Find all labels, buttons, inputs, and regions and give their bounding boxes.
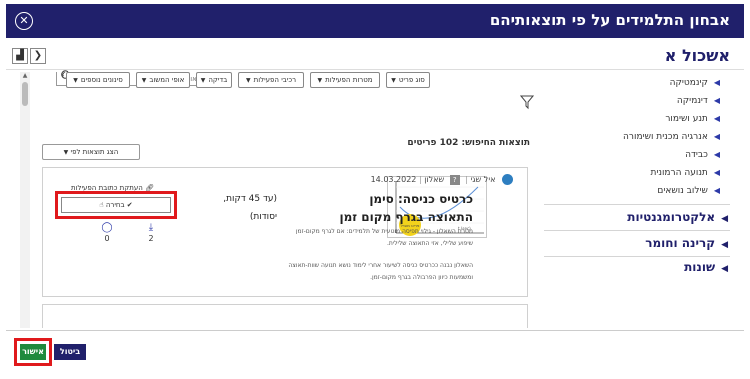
filter-icon[interactable] bbox=[520, 94, 534, 110]
sidebar-item-label: כבידה bbox=[685, 150, 708, 160]
filter-label: אופי המשוב bbox=[149, 76, 185, 84]
caret-left-icon: ◀ bbox=[713, 96, 720, 105]
chevron-down-icon: ▼ bbox=[200, 77, 206, 84]
avatar bbox=[502, 174, 513, 185]
quiz-icon: ? bbox=[449, 174, 460, 185]
filter-more[interactable]: סינונים נוספים▼ bbox=[66, 72, 130, 88]
subheader: ▟ ❯ אשכול א bbox=[6, 42, 744, 70]
caret-left-icon: ◀ bbox=[721, 240, 728, 250]
caret-left-icon: ◀ bbox=[721, 264, 728, 274]
dialog-title: אבחון התלמידים על פי תוצאותיהם bbox=[489, 11, 730, 29]
dialog: ✕ אבחון התלמידים על פי תוצאותיהם ▟ ❯ אשכ… bbox=[0, 0, 750, 379]
result-card[interactable]: t (sec) פריט מוביל איל שגי | ? שאלון | 1… bbox=[42, 167, 528, 297]
sidebar-item-label: תנועה הרמונית bbox=[650, 168, 708, 178]
sidebar-item-label: קינמטיקה bbox=[669, 78, 708, 88]
sidebar-section-label: קרינה וחומר bbox=[645, 236, 716, 250]
topics-sidebar: ◀ קינמטיקה ◀ דינמיקה ◀ תנע ושימור ◀ אנרגיה מ… bbox=[540, 72, 736, 328]
filter-label: רכיבי הפעילות bbox=[253, 76, 297, 84]
highlight-box bbox=[14, 338, 52, 366]
divider bbox=[544, 230, 730, 231]
filter-label: סוג פריט bbox=[398, 76, 425, 84]
comment-count: 0 bbox=[104, 234, 110, 243]
highlight-box bbox=[55, 191, 177, 219]
divider bbox=[544, 204, 730, 205]
sidebar-section-label: אלקטרומגנטיות bbox=[627, 210, 716, 224]
comment-icon[interactable]: ◯ bbox=[99, 222, 115, 233]
filter-item-type[interactable]: סוג פריט▼ bbox=[386, 72, 430, 88]
results-count: תוצאות החיפוש: 102 פריטים bbox=[407, 138, 530, 148]
sidebar-section[interactable]: ◀ אלקטרומגנטיות bbox=[627, 210, 728, 224]
item-type: שאלון bbox=[424, 175, 445, 184]
caret-left-icon: ◀ bbox=[713, 114, 720, 123]
filter-label: מטרות הפעילות bbox=[325, 76, 373, 84]
filter-feedback-type[interactable]: אופי המשוב▼ bbox=[136, 72, 190, 88]
filter-activity-goals[interactable]: מטרות הפעילות▼ bbox=[310, 72, 380, 88]
card-description: השאלון נבנה ככרטיס כניסה לשיעור אחרי לימ… bbox=[288, 262, 473, 269]
filter-label: בדיקה bbox=[208, 76, 228, 84]
sidebar-item[interactable]: ◀ תנע ושימור bbox=[665, 114, 720, 124]
filter-check[interactable]: בדיקה▼ bbox=[196, 72, 232, 88]
scrollbar[interactable] bbox=[20, 72, 30, 328]
sidebar-item[interactable]: ◀ כבידה bbox=[685, 150, 720, 160]
main-content: 🔍︎ סוג פריט▼ מטרות הפעילות▼ רכיבי הפעילו… bbox=[34, 70, 534, 328]
chevron-right-icon[interactable]: ❯ bbox=[30, 48, 46, 64]
sidebar-section[interactable]: ◀ שונות bbox=[684, 260, 728, 274]
sidebar-item-label: אנרגיה מכנית ושימורה bbox=[623, 132, 708, 142]
close-icon[interactable]: ✕ bbox=[15, 12, 33, 30]
sidebar-item[interactable]: ◀ תנועה הרמונית bbox=[650, 168, 720, 178]
caret-left-icon: ◀ bbox=[713, 132, 720, 141]
card-meta: איל שגי | ? שאלון | 14.03.2022 bbox=[371, 174, 513, 185]
cancel-button[interactable]: ביטול bbox=[54, 344, 86, 360]
sidebar-section[interactable]: ◀ קרינה וחומר bbox=[645, 236, 728, 250]
divider bbox=[544, 256, 730, 257]
caret-left-icon: ◀ bbox=[721, 214, 728, 224]
chart-icon[interactable]: ▟ bbox=[12, 48, 28, 64]
caret-left-icon: ◀ bbox=[713, 78, 720, 87]
result-card[interactable] bbox=[42, 304, 528, 328]
sort-label: הצג תוצאות לפי bbox=[70, 148, 119, 156]
caret-left-icon: ◀ bbox=[713, 150, 720, 159]
card-description: מטרת השאלון - גילוי תפיסה מוטעית של תלמי… bbox=[295, 228, 473, 235]
sidebar-item[interactable]: ◀ שילוב נושאים bbox=[657, 186, 720, 196]
sidebar-item[interactable]: ◀ קינמטיקה bbox=[670, 78, 720, 88]
chevron-down-icon: ▼ bbox=[317, 77, 323, 84]
card-duration: (עד 45 דקות, bbox=[223, 194, 277, 204]
download-count: 2 bbox=[148, 234, 154, 243]
caret-left-icon: ◀ bbox=[713, 168, 720, 177]
title-bar: ✕ אבחון התלמידים על פי תוצאותיהם bbox=[6, 4, 744, 38]
sidebar-section-label: שונות bbox=[684, 260, 716, 274]
card-level: יסודות) bbox=[249, 212, 277, 222]
cluster-title: אשכול א bbox=[664, 46, 730, 65]
chevron-down-icon: ▼ bbox=[245, 77, 251, 84]
footer: אישור ביטול bbox=[6, 330, 744, 372]
chevron-down-icon: ▼ bbox=[141, 77, 147, 84]
chevron-down-icon: ▼ bbox=[73, 77, 78, 84]
caret-left-icon: ◀ bbox=[713, 186, 720, 195]
sidebar-item[interactable]: ◀ אנרגיה מכנית ושימורה bbox=[623, 132, 720, 142]
filter-label: סינונים נוספים bbox=[80, 76, 123, 84]
card-title-line2[interactable]: התאוצה בגרף מקום זמן bbox=[339, 210, 473, 224]
sidebar-item-label: דינמיקה bbox=[676, 96, 708, 106]
sidebar-item[interactable]: ◀ דינמיקה bbox=[677, 96, 720, 106]
scroll-up-icon[interactable]: ▲ bbox=[20, 72, 30, 80]
chevron-down-icon: ▼ bbox=[63, 149, 69, 156]
sidebar-item-label: תנע ושימור bbox=[665, 114, 708, 124]
card-description: שיפוע שלילי, אזי התאוצה שלילית. bbox=[386, 240, 473, 247]
filter-activity-components[interactable]: רכיבי הפעילות▼ bbox=[238, 72, 304, 88]
card-title[interactable]: כרטיס כניסה: סימן bbox=[369, 192, 473, 206]
download-icon[interactable]: ⤓ bbox=[143, 222, 159, 233]
card-description: ומשמעות כיוון הפרבולה בגרף מקום-זמן. bbox=[370, 274, 473, 281]
item-date: 14.03.2022 bbox=[370, 175, 417, 184]
sidebar-item-label: שילוב נושאים bbox=[657, 186, 708, 196]
chevron-down-icon: ▼ bbox=[391, 77, 396, 84]
author-name: איל שגי bbox=[470, 175, 496, 184]
scrollbar-thumb[interactable] bbox=[22, 82, 28, 106]
sort-dropdown[interactable]: הצג תוצאות לפי ▼ bbox=[42, 144, 140, 160]
